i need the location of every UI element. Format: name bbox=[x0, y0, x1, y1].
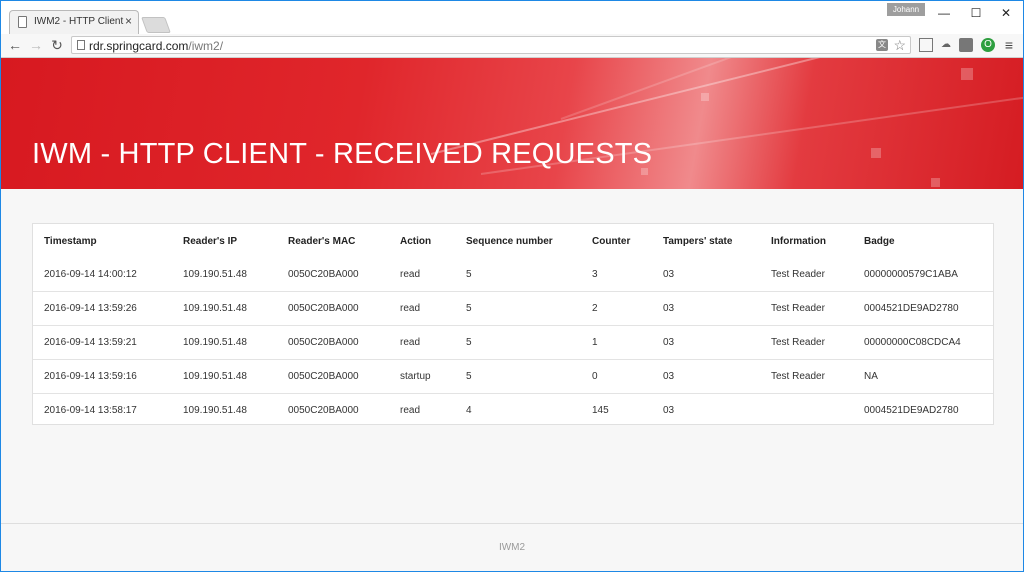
cell-tampers-state: 03 bbox=[663, 337, 675, 348]
browser-tab[interactable]: IWM2 - HTTP Client × bbox=[9, 10, 139, 34]
cell-timestamp: 2016-09-14 13:58:17 bbox=[44, 405, 137, 416]
url-path: /iwm2/ bbox=[188, 39, 224, 53]
cell-sequence-number: 4 bbox=[466, 405, 472, 416]
forward-button[interactable]: → bbox=[28, 37, 44, 53]
cell-reader-ip: 109.190.51.48 bbox=[183, 337, 247, 348]
cell-information bbox=[760, 394, 853, 428]
cell-action: read bbox=[400, 337, 421, 348]
browser-toolbar: ← → ↻ rdr.springcard.com/iwm2/ 文 ☆ ☁ O ≡ bbox=[1, 34, 1023, 58]
green-extension-icon[interactable]: O bbox=[981, 38, 995, 52]
cell-tampers-state: 03 bbox=[663, 269, 675, 280]
cell-counter: 1 bbox=[592, 337, 598, 348]
cell-badge: 0004521DE9AD2780 bbox=[864, 405, 959, 416]
cell-reader-ip: 109.190.51.48 bbox=[183, 269, 247, 280]
cell-reader-mac: 0050C20BA000 bbox=[288, 371, 359, 382]
column-header-sequence-number: Sequence number bbox=[466, 235, 553, 247]
cell-reader-mac: 0050C20BA000 bbox=[288, 303, 359, 314]
translate-icon[interactable]: 文 bbox=[876, 39, 888, 51]
cast-icon[interactable] bbox=[919, 38, 933, 52]
footer-divider bbox=[1, 523, 1023, 524]
profile-badge[interactable]: Johann bbox=[887, 3, 925, 16]
cell-counter: 145 bbox=[592, 405, 609, 416]
cell-tampers-state: 03 bbox=[663, 405, 675, 416]
table-row: 2016-09-14 13:59:16 109.190.51.48 0050C2… bbox=[33, 360, 993, 394]
cell-sequence-number: 5 bbox=[466, 337, 472, 348]
cell-sequence-number: 5 bbox=[466, 303, 472, 314]
column-header-action: Action bbox=[400, 235, 432, 247]
column-header-counter: Counter bbox=[592, 235, 631, 247]
cell-counter: 3 bbox=[592, 269, 598, 280]
menu-icon[interactable]: ≡ bbox=[1002, 38, 1016, 52]
column-header-information: Information bbox=[771, 235, 826, 247]
cell-sequence-number: 5 bbox=[466, 371, 472, 382]
cell-counter: 2 bbox=[592, 303, 598, 314]
address-bar[interactable]: rdr.springcard.com/iwm2/ 文 ☆ bbox=[71, 36, 911, 54]
page-title: IWM - HTTP CLIENT - RECEIVED REQUESTS bbox=[32, 138, 653, 170]
cell-information: Test Reader bbox=[771, 269, 825, 280]
cell-timestamp: 2016-09-14 13:59:26 bbox=[44, 303, 137, 314]
cloud-extension-icon[interactable]: ☁ bbox=[939, 38, 953, 52]
maximize-button[interactable]: ☐ bbox=[961, 5, 991, 21]
reload-button[interactable]: ↻ bbox=[49, 37, 65, 53]
minimize-button[interactable]: — bbox=[929, 5, 959, 21]
cell-badge: 0004521DE9AD2780 bbox=[864, 303, 959, 314]
cell-timestamp: 2016-09-14 13:59:16 bbox=[44, 371, 137, 382]
tab-strip: IWM2 - HTTP Client × Johann — ☐ ✕ bbox=[1, 1, 1023, 34]
banner-decoration bbox=[961, 68, 973, 80]
cell-tampers-state: 03 bbox=[663, 371, 675, 382]
cell-counter: 0 bbox=[592, 371, 598, 382]
cell-timestamp: 2016-09-14 14:00:12 bbox=[44, 269, 137, 280]
cell-action: read bbox=[400, 303, 421, 314]
table-row: 2016-09-14 13:59:26 109.190.51.48 0050C2… bbox=[33, 292, 993, 326]
tab-close-icon[interactable]: × bbox=[125, 14, 132, 28]
cell-information: Test Reader bbox=[771, 303, 825, 314]
url-text: rdr.springcard.com/iwm2/ bbox=[89, 39, 223, 53]
cell-action: read bbox=[400, 405, 421, 416]
table-row: 2016-09-14 14:00:12 109.190.51.48 0050C2… bbox=[33, 258, 993, 292]
table-row: 2016-09-14 13:59:21 109.190.51.48 0050C2… bbox=[33, 326, 993, 360]
cell-reader-ip: 109.190.51.48 bbox=[183, 303, 247, 314]
bookmark-star-icon[interactable]: ☆ bbox=[893, 37, 906, 53]
cell-information: Test Reader bbox=[771, 337, 825, 348]
banner-decoration bbox=[871, 148, 881, 158]
column-header-reader-ip: Reader's IP bbox=[183, 235, 238, 247]
extension-icon[interactable] bbox=[959, 38, 973, 52]
requests-table-card: Timestamp Reader's IP Reader's MAC Actio… bbox=[32, 223, 994, 425]
back-button[interactable]: ← bbox=[7, 37, 23, 53]
page-icon bbox=[18, 16, 27, 28]
cell-badge: NA bbox=[864, 371, 878, 382]
column-header-reader-mac: Reader's MAC bbox=[288, 235, 356, 247]
cell-tampers-state: 03 bbox=[663, 303, 675, 314]
requests-table: Timestamp Reader's IP Reader's MAC Actio… bbox=[33, 224, 993, 427]
new-tab-button[interactable] bbox=[141, 17, 171, 33]
table-row: 2016-09-14 13:58:17 109.190.51.48 0050C2… bbox=[33, 394, 993, 428]
page-header-banner: IWM - HTTP CLIENT - RECEIVED REQUESTS bbox=[1, 58, 1023, 189]
page-info-icon[interactable] bbox=[77, 40, 85, 50]
cell-reader-ip: 109.190.51.48 bbox=[183, 371, 247, 382]
cell-reader-mac: 0050C20BA000 bbox=[288, 405, 359, 416]
cell-reader-ip: 109.190.51.48 bbox=[183, 405, 247, 416]
banner-decoration bbox=[701, 93, 709, 101]
cell-action: read bbox=[400, 269, 421, 280]
footer-text: IWM2 bbox=[498, 542, 526, 553]
url-host: rdr.springcard.com bbox=[89, 39, 189, 53]
browser-window: IWM2 - HTTP Client × Johann — ☐ ✕ ← → ↻ … bbox=[0, 0, 1024, 572]
cell-action: startup bbox=[400, 371, 431, 382]
column-header-tampers-state: Tampers' state bbox=[663, 235, 733, 247]
tab-title: IWM2 - HTTP Client bbox=[34, 16, 124, 27]
banner-decoration bbox=[931, 178, 940, 187]
cell-sequence-number: 5 bbox=[466, 269, 472, 280]
cell-badge: 00000000579C1ABA bbox=[864, 269, 958, 280]
cell-timestamp: 2016-09-14 13:59:21 bbox=[44, 337, 137, 348]
column-header-badge: Badge bbox=[864, 235, 895, 247]
table-header-row: Timestamp Reader's IP Reader's MAC Actio… bbox=[33, 224, 993, 258]
column-header-timestamp: Timestamp bbox=[44, 235, 97, 247]
cell-information: Test Reader bbox=[771, 371, 825, 382]
close-window-button[interactable]: ✕ bbox=[991, 5, 1021, 21]
cell-badge: 00000000C08CDCA4 bbox=[864, 337, 961, 348]
cell-reader-mac: 0050C20BA000 bbox=[288, 337, 359, 348]
cell-reader-mac: 0050C20BA000 bbox=[288, 269, 359, 280]
